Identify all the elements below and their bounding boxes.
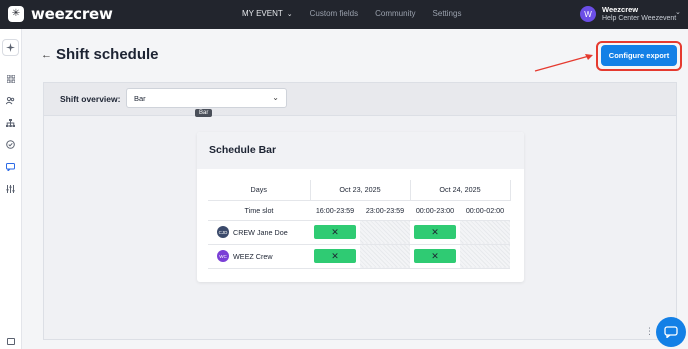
user-name: Weezcrew [602, 5, 639, 14]
avatar: CJD [217, 226, 229, 238]
annotation-arrow [534, 54, 593, 72]
assigned-shift-button[interactable]: ✕ [414, 249, 456, 263]
sparkle-icon[interactable] [2, 39, 19, 56]
chevron-down-icon: ⌄ [272, 93, 279, 102]
nav-label: MY EVENT [242, 9, 283, 18]
days-header: Days [208, 180, 310, 201]
table-row: CJD CREW Jane Doe ✕ ✕ [208, 220, 510, 245]
schedule-card: Schedule Bar Days Oct 23, 2025 Oct 24, 2… [197, 132, 524, 282]
unavailable-cell [360, 220, 410, 245]
avatar: W [580, 6, 596, 22]
table-row: WC WEEZ Crew ✕ ✕ [208, 244, 510, 269]
shift-overview-bar: Shift overview: Bar ⌄ Bar [44, 83, 676, 117]
chevron-down-icon: ⌄ [675, 9, 681, 16]
timeslot-header: Time slot [208, 200, 310, 221]
left-sidebar [0, 29, 22, 349]
assigned-shift-button[interactable]: ✕ [314, 249, 356, 263]
back-arrow-icon[interactable]: ← [41, 49, 52, 61]
org-chart-icon[interactable] [2, 114, 19, 131]
user-menu[interactable]: W Weezcrew Help Center Weezevent ⌄ [580, 5, 681, 23]
configure-export-button[interactable]: Configure export [601, 45, 677, 66]
shift-cell: ✕ [310, 220, 360, 245]
member-cell: CJD CREW Jane Doe [208, 220, 310, 245]
schedule-table: Days Oct 23, 2025 Oct 24, 2025 Time slot… [208, 180, 511, 269]
page-title: Shift schedule [56, 46, 159, 63]
timeslot-cell: 00:00-02:00 [460, 200, 510, 221]
member[interactable]: CJD CREW Jane Doe [208, 226, 310, 238]
grid-icon[interactable] [2, 70, 19, 87]
unavailable-cell [460, 220, 510, 245]
shift-cell: ✕ [310, 244, 360, 269]
shift-cell: ✕ [410, 244, 460, 269]
sliders-icon[interactable] [2, 180, 19, 197]
user-info: Weezcrew Help Center Weezevent [602, 5, 676, 23]
chat-icon[interactable] [2, 158, 19, 175]
shift-cell: ✕ [410, 220, 460, 245]
shift-overview-select[interactable]: Bar ⌄ [126, 88, 287, 108]
brand-name[interactable]: weezcrew [31, 5, 113, 23]
timeslot-cell: 16:00-23:59 [310, 200, 360, 221]
selected-value: Bar [134, 94, 146, 103]
user-organization: Help Center Weezevent [602, 15, 677, 22]
timeslot-cell: 00:00-23:00 [410, 200, 460, 221]
check-circle-icon[interactable] [2, 136, 19, 153]
member-name: CREW Jane Doe [233, 227, 288, 237]
days-row: Days Oct 23, 2025 Oct 24, 2025 [208, 180, 511, 201]
top-navbar: ✳ weezcrew MY EVENT ⌄ Custom fields Commu… [0, 0, 688, 29]
card-title: Schedule Bar [209, 144, 277, 156]
collapse-sidebar-icon[interactable] [7, 338, 15, 345]
unavailable-cell [460, 244, 510, 269]
nav-item-community[interactable]: Community [375, 9, 415, 18]
chat-bubble-icon [664, 326, 678, 338]
avatar: WC [217, 250, 229, 262]
member-cell: WC WEEZ Crew [208, 244, 310, 269]
logo-glyph: ✳ [11, 8, 21, 19]
chevron-down-icon: ⌄ [286, 11, 293, 18]
nav-item-my-event[interactable]: MY EVENT ⌄ [242, 9, 293, 18]
assigned-shift-button[interactable]: ✕ [314, 225, 356, 239]
unavailable-cell [360, 244, 410, 269]
assigned-shift-button[interactable]: ✕ [414, 225, 456, 239]
select-tooltip: Bar [195, 109, 213, 117]
member-name: WEEZ Crew [233, 251, 273, 261]
nav-item-settings[interactable]: Settings [433, 9, 462, 18]
schedule-panel: Shift overview: Bar ⌄ Bar Schedule Bar D… [43, 82, 677, 340]
member[interactable]: WC WEEZ Crew [208, 250, 310, 262]
support-chat-button[interactable] [656, 317, 686, 347]
users-icon[interactable] [2, 92, 19, 109]
day-header: Oct 24, 2025 [409, 180, 511, 201]
weezcrew-logo-icon[interactable]: ✳ [8, 6, 24, 22]
day-header: Oct 23, 2025 [309, 180, 411, 201]
card-header: Schedule Bar [197, 132, 524, 169]
timeslot-row: Time slot 16:00-23:59 23:00-23:59 00:00-… [208, 200, 510, 221]
shift-overview-label: Shift overview: [60, 94, 121, 104]
nav-item-custom-fields[interactable]: Custom fields [310, 9, 358, 18]
timeslot-cell: 23:00-23:59 [360, 200, 410, 221]
main-nav: MY EVENT ⌄ Custom fields Community Settin… [242, 9, 478, 18]
